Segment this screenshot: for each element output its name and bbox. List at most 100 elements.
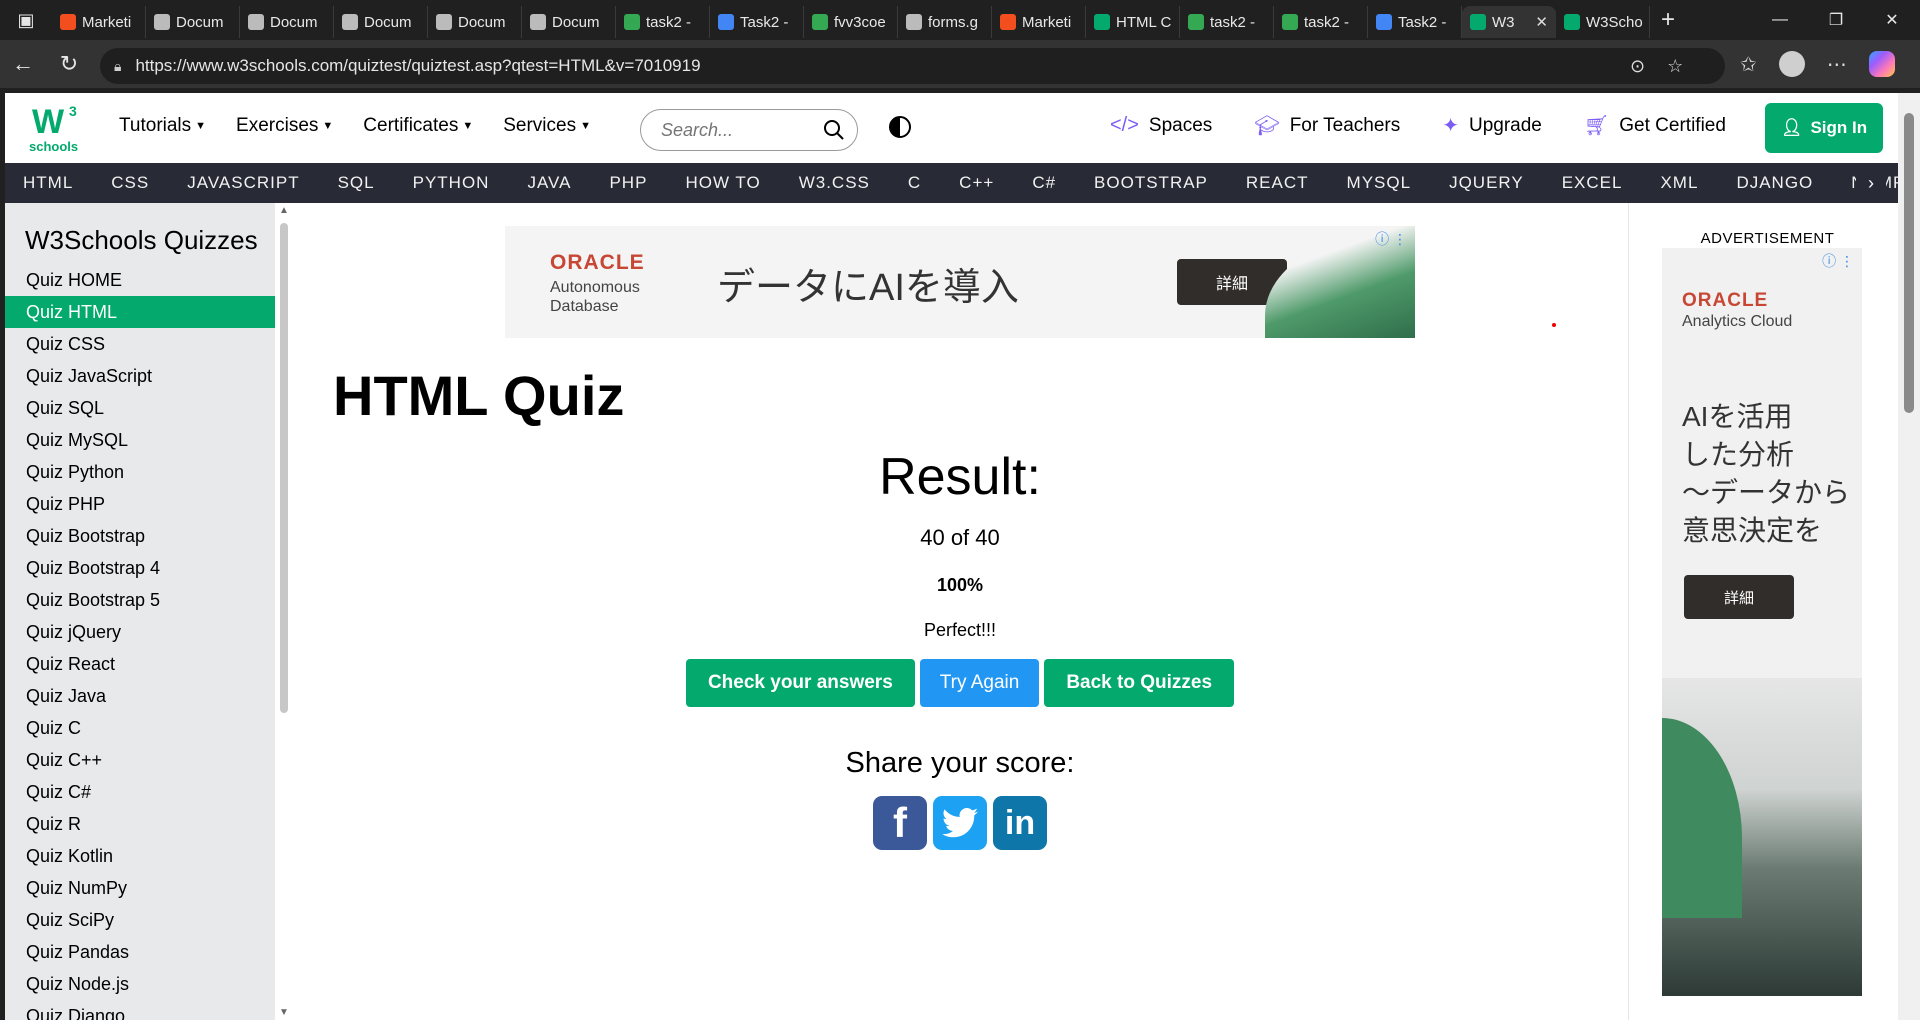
sidebar-item[interactable]: Quiz Kotlin bbox=[5, 840, 275, 872]
browser-tab[interactable]: task2 - bbox=[1180, 6, 1274, 38]
favorite-star-icon[interactable]: ☆ bbox=[1667, 56, 1683, 77]
page-scrollbar[interactable] bbox=[1898, 93, 1920, 1020]
close-window-icon[interactable]: ✕ bbox=[1864, 0, 1920, 40]
ad-info-icon[interactable]: ⓘ ⋮ bbox=[1822, 251, 1854, 271]
sidebar-item[interactable]: Quiz Django bbox=[5, 1000, 275, 1020]
lang-link[interactable]: HTML bbox=[23, 173, 73, 193]
sidebar-item[interactable]: Quiz HTML bbox=[5, 296, 275, 328]
lang-link[interactable]: JAVA bbox=[527, 173, 571, 193]
browser-tab[interactable]: W3 ✕ bbox=[1462, 6, 1556, 38]
linkedin-icon[interactable]: in bbox=[993, 796, 1047, 850]
copilot-icon[interactable] bbox=[1868, 51, 1895, 77]
sidebar-item[interactable]: Quiz CSS bbox=[5, 328, 275, 360]
menu-exercises[interactable]: Exercises ▼ bbox=[236, 115, 333, 137]
search-input[interactable] bbox=[661, 119, 811, 141]
refresh-icon[interactable]: ↻ bbox=[46, 40, 92, 88]
browser-tab[interactable]: Task2 - bbox=[1368, 6, 1462, 38]
browser-tab[interactable]: Marketi bbox=[992, 6, 1086, 38]
lang-link[interactable]: JQUERY bbox=[1449, 173, 1524, 193]
upgrade-link[interactable]: ✦ Upgrade bbox=[1442, 113, 1542, 138]
ad-info-icon[interactable]: ⓘ ⋮ bbox=[1375, 229, 1407, 249]
lang-link[interactable]: C# bbox=[1032, 173, 1056, 193]
lang-link[interactable]: PHP bbox=[609, 173, 647, 193]
scrollbar-thumb[interactable] bbox=[280, 223, 288, 713]
lang-link[interactable]: EXCEL bbox=[1562, 173, 1623, 193]
sidebar-item[interactable]: Quiz Python bbox=[5, 456, 275, 488]
menu-certificates[interactable]: Certificates ▼ bbox=[363, 115, 473, 137]
sidebar-item[interactable]: Quiz Node.js bbox=[5, 968, 275, 1000]
sidebar-item[interactable]: Quiz Java bbox=[5, 680, 275, 712]
lang-link[interactable]: BOOTSTRAP bbox=[1094, 173, 1208, 193]
sidebar-item[interactable]: Quiz PHP bbox=[5, 488, 275, 520]
lang-link[interactable]: W3.CSS bbox=[799, 173, 870, 193]
browser-tab[interactable]: forms.g bbox=[898, 6, 992, 38]
new-tab-button[interactable]: + bbox=[1650, 0, 1686, 40]
lang-link[interactable]: CSS bbox=[111, 173, 149, 193]
browser-tab[interactable]: task2 - bbox=[616, 6, 710, 38]
sidebar-item[interactable]: Quiz NumPy bbox=[5, 872, 275, 904]
menu-services[interactable]: Services ▼ bbox=[503, 115, 591, 137]
sidebar-scrollbar[interactable]: ▲ ▼ bbox=[277, 203, 291, 1020]
browser-tab[interactable]: task2 - bbox=[1274, 6, 1368, 38]
page-scrollbar-thumb[interactable] bbox=[1904, 113, 1914, 413]
get-certified-link[interactable]: 🛒︎ Get Certified bbox=[1584, 113, 1726, 138]
sidebar-item[interactable]: Quiz jQuery bbox=[5, 616, 275, 648]
sidebar-item[interactable]: Quiz Bootstrap 4 bbox=[5, 552, 275, 584]
scroll-down-icon[interactable]: ▼ bbox=[279, 1007, 289, 1018]
minimize-icon[interactable]: — bbox=[1752, 0, 1808, 40]
sidebar-item[interactable]: Quiz R bbox=[5, 808, 275, 840]
sidebar-item[interactable]: Quiz SciPy bbox=[5, 904, 275, 936]
tab-actions-icon[interactable]: ▣ bbox=[0, 0, 52, 40]
lang-link[interactable]: JAVASCRIPT bbox=[187, 173, 299, 193]
twitter-icon[interactable] bbox=[933, 796, 987, 850]
check-answers-button[interactable]: Check your answers bbox=[685, 659, 915, 707]
sidebar-item[interactable]: Quiz C bbox=[5, 712, 275, 744]
maximize-icon[interactable]: ❐ bbox=[1808, 0, 1864, 40]
lang-link[interactable]: C++ bbox=[959, 173, 994, 193]
lang-link[interactable]: PYTHON bbox=[413, 173, 490, 193]
sidebar-item[interactable]: Quiz C# bbox=[5, 776, 275, 808]
search-icon[interactable] bbox=[823, 119, 845, 141]
browser-tab[interactable]: Docum bbox=[240, 6, 334, 38]
lang-link[interactable]: DJANGO bbox=[1736, 173, 1813, 193]
sidebar-item[interactable]: Quiz Bootstrap 5 bbox=[5, 584, 275, 616]
close-tab-icon[interactable]: ✕ bbox=[1535, 13, 1548, 31]
sidebar-item[interactable]: Quiz SQL bbox=[5, 392, 275, 424]
facebook-icon[interactable]: f bbox=[873, 796, 927, 850]
browser-tab[interactable]: fvv3coe bbox=[804, 6, 898, 38]
sidebar-item[interactable]: Quiz Bootstrap bbox=[5, 520, 275, 552]
browser-tab[interactable]: Task2 - bbox=[710, 6, 804, 38]
lang-link[interactable]: XML bbox=[1660, 173, 1698, 193]
sidebar-item[interactable]: Quiz React bbox=[5, 648, 275, 680]
sign-in-button[interactable]: 👤︎ Sign In bbox=[1765, 103, 1883, 153]
url-field[interactable]: 🔒︎ https://www.w3schools.com/quiztest/qu… bbox=[100, 48, 1725, 84]
lang-link[interactable]: REACT bbox=[1246, 173, 1309, 193]
lang-link[interactable]: HOW TO bbox=[685, 173, 760, 193]
ad-details-button[interactable]: 詳細 bbox=[1684, 575, 1794, 619]
profile-avatar[interactable] bbox=[1778, 51, 1805, 77]
more-apps-icon[interactable]: ⊙ bbox=[1630, 56, 1645, 77]
menu-tutorials[interactable]: Tutorials ▼ bbox=[119, 115, 206, 137]
scroll-up-icon[interactable]: ▲ bbox=[279, 205, 289, 216]
sidebar-item[interactable]: Quiz JavaScript bbox=[5, 360, 275, 392]
browser-tab[interactable]: Docum bbox=[334, 6, 428, 38]
sidebar-item[interactable]: Quiz HOME bbox=[5, 264, 275, 296]
lock-icon[interactable]: 🔒︎ bbox=[114, 58, 121, 75]
try-again-button[interactable]: Try Again bbox=[919, 659, 1040, 707]
browser-tab[interactable]: Docum bbox=[522, 6, 616, 38]
back-icon[interactable]: ← bbox=[0, 40, 46, 88]
sidebar-item[interactable]: Quiz Pandas bbox=[5, 936, 275, 968]
top-advertisement[interactable]: ORACLE Autonomous Database データにAIを導入 詳細 … bbox=[505, 226, 1415, 338]
lang-link[interactable]: C bbox=[908, 173, 921, 193]
sidebar-item[interactable]: Quiz C++ bbox=[5, 744, 275, 776]
lang-link[interactable]: SQL bbox=[338, 173, 375, 193]
favorites-icon[interactable]: ✩ bbox=[1740, 52, 1757, 77]
for-teachers-link[interactable]: 🎓︎ For Teachers bbox=[1254, 113, 1400, 138]
lang-link[interactable]: MYSQL bbox=[1347, 173, 1412, 193]
browser-tab[interactable]: Docum bbox=[146, 6, 240, 38]
settings-more-icon[interactable]: ⋯ bbox=[1827, 52, 1847, 77]
browser-tab[interactable]: W3Scho bbox=[1556, 6, 1650, 38]
spaces-link[interactable]: </> Spaces bbox=[1110, 114, 1212, 137]
browser-tab[interactable]: HTML C bbox=[1086, 6, 1180, 38]
w3schools-logo[interactable]: W 3 schools bbox=[27, 101, 83, 157]
